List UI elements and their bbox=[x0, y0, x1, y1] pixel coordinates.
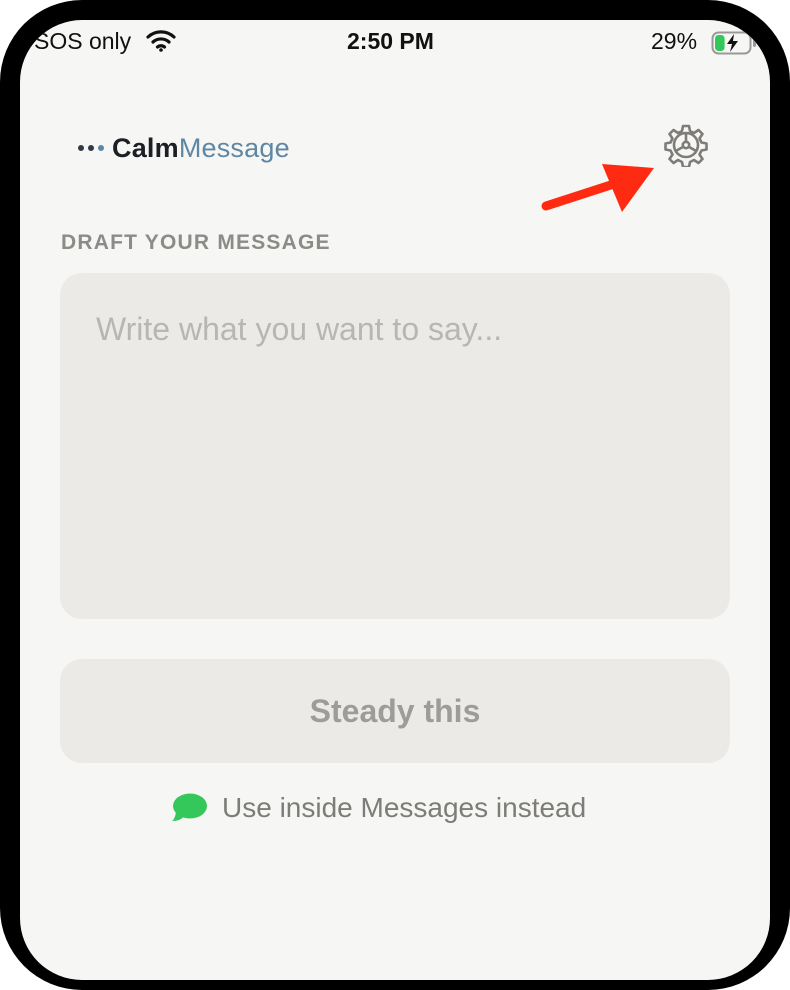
steady-this-button[interactable]: Steady this bbox=[60, 659, 730, 763]
wifi-icon bbox=[146, 29, 176, 58]
settings-button[interactable] bbox=[664, 123, 708, 169]
speech-bubble-icon bbox=[172, 793, 207, 821]
logo-wordmark-calm: Calm bbox=[112, 132, 179, 163]
battery-percent: 29% bbox=[651, 28, 698, 54]
status-time: 2:50 PM bbox=[347, 28, 434, 54]
draft-section-label: DRAFT YOUR MESSAGE bbox=[61, 231, 331, 254]
app-logo: Calm Message bbox=[78, 128, 290, 168]
gear-icon bbox=[664, 124, 708, 169]
app-screen: SOS only 2:50 PM 29% Calm Message DRAFT … bbox=[20, 20, 770, 980]
use-in-messages-label: Use inside Messages instead bbox=[222, 792, 587, 823]
use-in-messages-link[interactable]: Use inside Messages instead bbox=[172, 790, 586, 826]
status-bar: SOS only 2:50 PM 29% bbox=[20, 20, 770, 64]
carrier-label: SOS only bbox=[34, 28, 132, 54]
annotation-arrow-icon bbox=[541, 164, 654, 212]
message-draft-input[interactable] bbox=[60, 273, 730, 619]
battery-charging-icon bbox=[711, 31, 757, 60]
logo-dots-icon bbox=[78, 145, 104, 151]
logo-wordmark-message: Message bbox=[178, 132, 290, 163]
